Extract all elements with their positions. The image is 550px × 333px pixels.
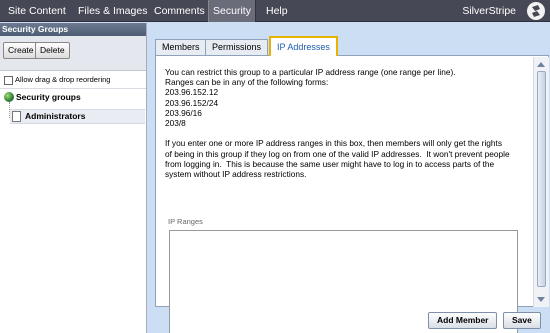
action-bar: Add Member Save xyxy=(148,307,550,333)
scroll-down-icon[interactable] xyxy=(537,297,545,302)
nav-site-content[interactable]: Site Content xyxy=(8,0,66,22)
delete-button[interactable]: Delete xyxy=(35,42,70,59)
nav-help[interactable]: Help xyxy=(266,0,288,22)
silverstripe-logo-icon[interactable] xyxy=(527,2,545,20)
nav-security[interactable]: Security xyxy=(208,0,256,22)
nav-comments[interactable]: Comments xyxy=(154,0,205,22)
nav-files-images[interactable]: Files & Images xyxy=(78,0,147,22)
tree-item-label: Administrators xyxy=(25,111,86,121)
tree-item-security-groups[interactable]: Security groups xyxy=(0,91,146,107)
globe-icon xyxy=(4,92,14,102)
tab-members[interactable]: Members xyxy=(155,39,207,55)
tab-content: You can restrict this group to a particu… xyxy=(155,55,549,333)
drag-reorder-label: Allow drag & drop reordering xyxy=(15,75,111,84)
security-groups-panel: Security Groups Create Delete Allow drag… xyxy=(0,23,147,333)
content-scrollbar[interactable] xyxy=(533,57,549,307)
scroll-thumb[interactable] xyxy=(537,71,546,287)
top-navigation: Site Content Files & Images Comments Sec… xyxy=(0,0,550,22)
drag-reorder-checkbox[interactable] xyxy=(4,76,13,85)
drag-reorder-option[interactable]: Allow drag & drop reordering xyxy=(0,72,146,89)
tab-permissions[interactable]: Permissions xyxy=(205,39,269,55)
edit-panel: Members Permissions IP Addresses You can… xyxy=(148,23,550,333)
panel-title: Security Groups xyxy=(0,23,146,36)
save-button[interactable]: Save xyxy=(503,312,541,329)
tree-item-administrators[interactable]: Administrators xyxy=(10,109,145,124)
create-button[interactable]: Create xyxy=(3,42,39,59)
add-member-button[interactable]: Add Member xyxy=(428,312,498,329)
ip-ranges-label: IP Ranges xyxy=(168,217,203,226)
tab-ip-addresses[interactable]: IP Addresses xyxy=(269,36,338,56)
brand-name[interactable]: SilverStripe xyxy=(462,0,516,22)
page-icon xyxy=(12,111,21,122)
tree-toolbar: Create Delete xyxy=(0,36,146,71)
ip-restriction-description: You can restrict this group to a particu… xyxy=(165,67,510,180)
scroll-up-icon[interactable] xyxy=(537,62,545,67)
tree-root-label: Security groups xyxy=(16,92,81,102)
